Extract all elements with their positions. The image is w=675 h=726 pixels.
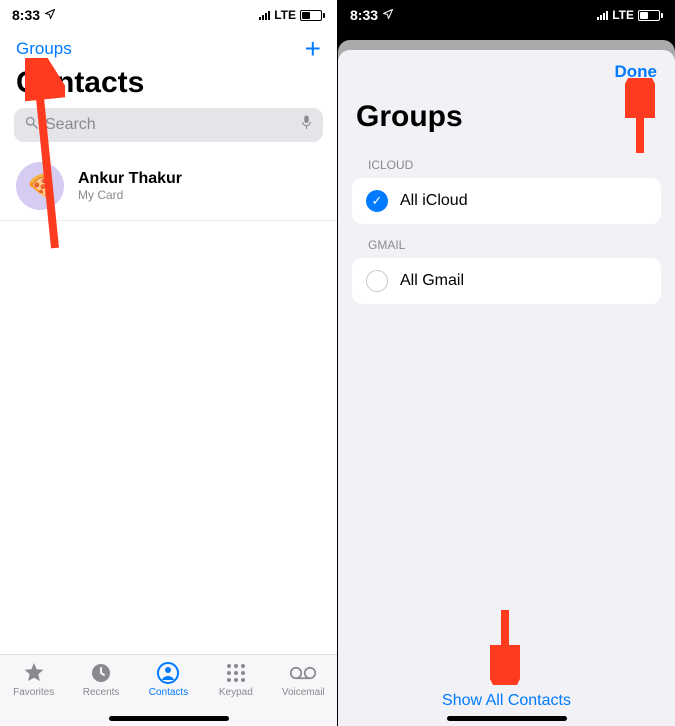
groups-sheet: Done Groups ICLOUD ✓ All iCloud GMAIL Al… bbox=[338, 50, 675, 726]
group-label: All Gmail bbox=[400, 272, 464, 290]
my-card-row[interactable]: 🍕 Ankur Thakur My Card bbox=[0, 152, 337, 221]
search-icon bbox=[24, 115, 39, 135]
network-label: LTE bbox=[612, 8, 634, 22]
status-bar: 8:33 LTE bbox=[338, 0, 675, 30]
section-header-icloud: ICLOUD bbox=[338, 144, 675, 178]
contact-name: Ankur Thakur bbox=[78, 170, 182, 188]
location-icon bbox=[382, 8, 394, 23]
group-label: All iCloud bbox=[400, 192, 468, 210]
signal-icon bbox=[597, 10, 608, 20]
tab-label: Favorites bbox=[13, 687, 54, 698]
group-row-icloud[interactable]: ✓ All iCloud bbox=[352, 178, 661, 224]
star-icon bbox=[22, 661, 46, 685]
tab-voicemail[interactable]: Voicemail bbox=[273, 661, 333, 726]
contacts-screen: 8:33 LTE Groups + Contacts Search bbox=[0, 0, 337, 726]
avatar-emoji: 🍕 bbox=[26, 173, 53, 199]
battery-icon bbox=[300, 10, 325, 21]
status-time: 8:33 bbox=[12, 7, 40, 23]
signal-icon bbox=[259, 10, 270, 20]
tab-label: Keypad bbox=[219, 687, 253, 698]
clock-icon bbox=[89, 661, 113, 685]
done-button[interactable]: Done bbox=[615, 62, 658, 82]
tab-label: Voicemail bbox=[282, 687, 325, 698]
sheet-title: Groups bbox=[338, 82, 675, 144]
nav-bar: Groups + bbox=[0, 30, 337, 64]
status-time: 8:33 bbox=[350, 7, 378, 23]
tab-favorites[interactable]: Favorites bbox=[4, 661, 64, 726]
show-all-contacts-button[interactable]: Show All Contacts bbox=[442, 692, 571, 709]
search-placeholder: Search bbox=[45, 116, 96, 134]
checkmark-icon: ✓ bbox=[366, 190, 388, 212]
person-icon bbox=[156, 661, 180, 685]
contact-subtitle: My Card bbox=[78, 188, 182, 202]
tab-label: Contacts bbox=[149, 687, 188, 698]
tab-label: Recents bbox=[83, 687, 120, 698]
avatar: 🍕 bbox=[16, 162, 64, 210]
page-title: Contacts bbox=[0, 64, 337, 108]
mic-icon[interactable] bbox=[300, 114, 313, 136]
home-indicator[interactable] bbox=[447, 716, 567, 721]
location-icon bbox=[44, 8, 56, 23]
network-label: LTE bbox=[274, 8, 296, 22]
voicemail-icon bbox=[289, 661, 317, 685]
home-indicator[interactable] bbox=[109, 716, 229, 721]
status-bar: 8:33 LTE bbox=[0, 0, 337, 30]
search-input[interactable]: Search bbox=[14, 108, 323, 142]
keypad-icon bbox=[224, 661, 248, 685]
add-contact-button[interactable]: + bbox=[305, 39, 321, 59]
groups-button[interactable]: Groups bbox=[16, 39, 72, 59]
groups-screen: 8:33 LTE Done Groups ICLOUD ✓ All iCloud… bbox=[338, 0, 675, 726]
section-header-gmail: GMAIL bbox=[338, 224, 675, 258]
group-row-gmail[interactable]: All Gmail bbox=[352, 258, 661, 304]
unchecked-icon bbox=[366, 270, 388, 292]
battery-icon bbox=[638, 10, 663, 21]
